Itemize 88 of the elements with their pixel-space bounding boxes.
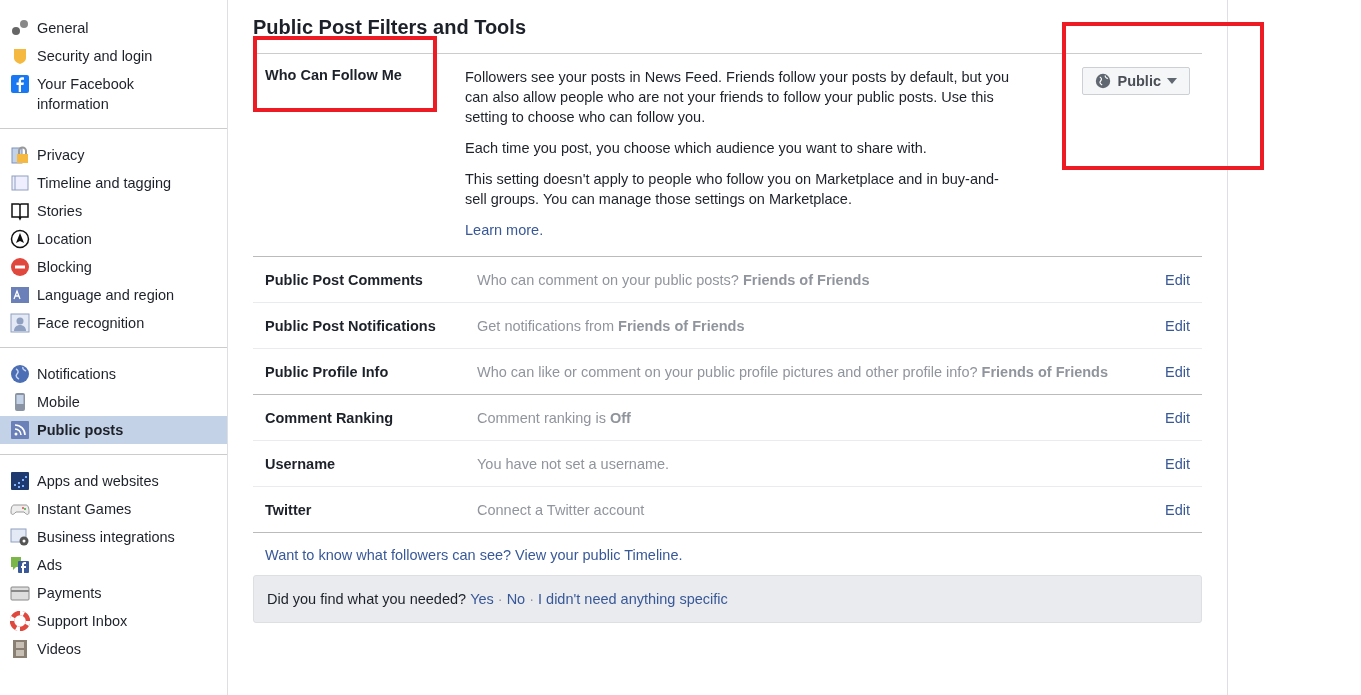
setting-label: Comment Ranking <box>265 409 395 426</box>
feedback-option-link[interactable]: I didn't need anything specific <box>538 591 728 607</box>
feedback-option-link[interactable]: Yes <box>470 591 494 607</box>
sidebar-item[interactable]: Stories <box>0 197 227 225</box>
sidebar-item-label: Notifications <box>37 365 116 384</box>
setting-label: Who Can Follow Me <box>265 67 403 85</box>
sidebar-item[interactable]: Blocking <box>0 253 227 281</box>
public-timeline-link[interactable]: Want to know what followers can see? View your public Timeline. <box>265 547 683 563</box>
sidebar-item-label: Business integrations <box>37 528 175 547</box>
setting-label: Public Post Comments <box>265 271 424 288</box>
film-icon <box>10 639 30 659</box>
sidebar-item-label: Instant Games <box>37 500 132 519</box>
sidebar-item[interactable]: Location <box>0 225 227 253</box>
edit-link[interactable]: Edit <box>1165 409 1190 426</box>
sidebar-item-label: Videos <box>37 640 82 659</box>
sidebar-item[interactable]: Business integrations <box>0 523 227 551</box>
rss-icon <box>10 420 30 440</box>
timeline-icon <box>10 173 30 193</box>
facebook-icon <box>10 74 30 94</box>
separator-dot: · <box>529 591 534 607</box>
sidebar-item-label: Timeline and tagging <box>37 174 172 193</box>
sidebar-item-label: Mobile <box>37 393 80 412</box>
sidebar-item-label: Blocking <box>37 258 92 277</box>
sidebar-item-label: Ads <box>37 556 62 575</box>
sidebar-item[interactable]: Public posts <box>0 416 227 444</box>
sidebar-item[interactable]: Privacy <box>0 141 227 169</box>
gear-window-icon <box>10 527 30 547</box>
edit-link[interactable]: Edit <box>1165 455 1190 472</box>
feedback-question: Did you find what you needed? <box>267 591 467 607</box>
sidebar-item[interactable]: Face recognition <box>0 309 227 337</box>
card-icon <box>10 583 30 603</box>
sidebar-item[interactable]: General <box>0 14 227 42</box>
face-icon <box>10 313 30 333</box>
lock-icon <box>10 145 30 165</box>
setting-label: Public Profile Info <box>265 363 390 380</box>
setting-value: Connect a Twitter account <box>477 501 646 518</box>
learn-more-link[interactable]: Learn more. <box>465 222 544 238</box>
sidebar-item[interactable]: Ads <box>0 551 227 579</box>
edit-link[interactable]: Edit <box>1165 317 1190 334</box>
blocked-icon <box>10 257 30 277</box>
sidebar-item-label: General <box>37 19 89 38</box>
sidebar-item[interactable]: Notifications <box>0 360 227 388</box>
language-icon <box>10 285 30 305</box>
setting-label: Public Post Notifications <box>265 317 437 334</box>
sidebar-item[interactable]: Instant Games <box>0 495 227 523</box>
edit-link[interactable]: Edit <box>1165 271 1190 288</box>
book-icon <box>10 201 30 221</box>
sidebar-item[interactable]: Apps and websites <box>0 467 227 495</box>
sidebar-item[interactable]: Security and login <box>0 42 227 70</box>
apps-icon <box>10 471 30 491</box>
sidebar-item[interactable]: Payments <box>0 579 227 607</box>
sidebar-item-label: Location <box>37 230 92 249</box>
setting-description: Each time you post, you choose which audience you want to share with. <box>465 139 928 158</box>
setting-value: Get notifications from Friends of Friends <box>477 317 746 334</box>
sidebar-item-label: Language and region <box>37 286 175 305</box>
setting-value: Comment ranking is Off <box>477 409 632 426</box>
setting-label: Username <box>265 455 337 472</box>
sidebar-item[interactable]: Language and region <box>0 281 227 309</box>
sidebar-item-label: Face recognition <box>37 314 145 333</box>
sidebar-item-label: Privacy <box>37 146 85 165</box>
setting-description: Followers see your posts in News Feed. Friends follow your posts by default, but you can also allow people who are not your friends to follow your public posts. Use this setting to choose who can follow you. <box>465 68 1010 127</box>
sidebar-item-label: Apps and websites <box>37 472 159 491</box>
setting-value: Who can like or comment on your public profile pictures and other profile info? Friends of Friends <box>477 363 1110 380</box>
sidebar-item[interactable]: Support Inbox <box>0 607 227 635</box>
setting-description: This setting doesn't apply to people who follow you on Marketplace and in buy-and-sell groups. You can manage those settings on Marketplace. <box>465 170 1000 209</box>
separator-dot: · <box>497 591 503 607</box>
sidebar-item-label: Payments <box>37 584 102 603</box>
sidebar-item[interactable]: Timeline and tagging <box>0 169 227 197</box>
sidebar-item[interactable]: Videos <box>0 635 227 663</box>
location-icon <box>10 229 30 249</box>
page-title: Public Post Filters and Tools <box>253 16 527 39</box>
sidebar-item-label: Security and login <box>37 47 153 66</box>
lifebuoy-icon <box>10 611 30 631</box>
setting-label: Twitter <box>265 501 313 518</box>
sidebar-item-label: Stories <box>37 202 83 221</box>
feedback-option-link[interactable]: No <box>506 591 526 607</box>
caret-icon <box>1167 78 1177 84</box>
sidebar-item[interactable]: Mobile <box>0 388 227 416</box>
setting-value: Who can comment on your public posts? Friends of Friends <box>477 271 871 288</box>
sidebar-item-label: Support Inbox <box>37 612 128 631</box>
setting-value: You have not set a username. <box>477 455 671 472</box>
edit-link[interactable]: Edit <box>1165 363 1190 380</box>
sidebar-item-label: Your Facebook information <box>37 75 135 114</box>
sidebar-item[interactable]: Your Facebook information <box>0 70 227 118</box>
edit-link[interactable]: Edit <box>1165 501 1190 518</box>
ads-icon <box>10 555 30 575</box>
audience-dropdown[interactable]: Public <box>1082 67 1190 95</box>
sidebar-item-label: Public posts <box>37 421 124 440</box>
